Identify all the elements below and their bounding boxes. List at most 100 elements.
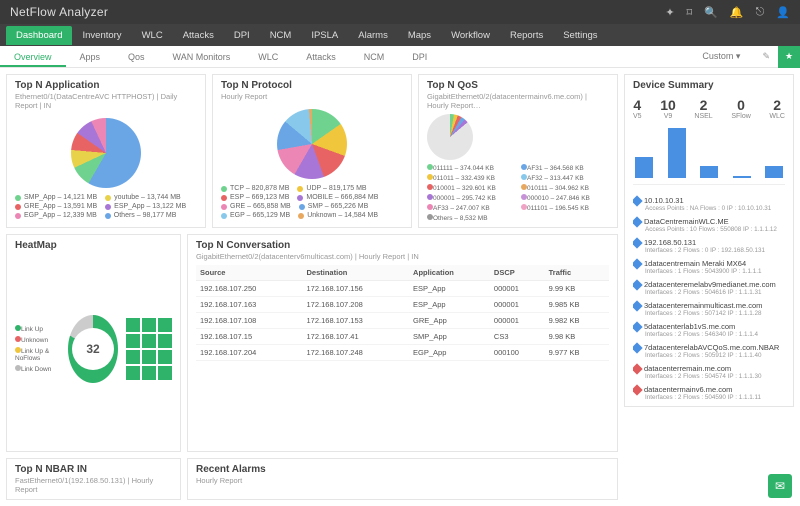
edit-icon[interactable]: ✎ xyxy=(754,51,778,62)
card-title: Top N NBAR IN xyxy=(15,464,172,475)
legend-item: ESP_App – 13,122 MB xyxy=(105,203,186,210)
legend-item: MOBILE – 666,884 MB xyxy=(297,194,378,201)
legend-item: AF33 – 247.007 KB xyxy=(427,204,515,212)
device-icon xyxy=(633,300,643,311)
device-item[interactable]: 10.10.10.31Access Points : NA Flows : 0 … xyxy=(633,196,785,212)
legend-item: Link Up xyxy=(15,325,60,333)
menu-dpi[interactable]: DPI xyxy=(224,26,260,45)
menu-inventory[interactable]: Inventory xyxy=(72,26,131,45)
device-info: Interfaces : 2 Flows : 507142 IP : 1.1.1… xyxy=(645,310,785,317)
bar xyxy=(668,128,686,178)
device-item[interactable]: 2datacenteremelabv9medianet.me.comInterf… xyxy=(633,280,785,296)
summary-stat: 2NSEL xyxy=(694,97,712,120)
card-subtitle: GigabitEthernet0/2(datacentermainv6.me.c… xyxy=(427,92,609,110)
screen-icon[interactable]: ⌑ xyxy=(687,6,693,19)
favorite-button[interactable]: ★ xyxy=(778,46,800,68)
search-icon[interactable]: 🔍 xyxy=(704,6,718,19)
device-info: Access Points : NA Flows : 0 IP : 10.10.… xyxy=(645,205,785,212)
device-name: 10.10.10.31 xyxy=(644,196,684,205)
menu-attacks[interactable]: Attacks xyxy=(173,26,224,45)
legend-item: 011111 – 374.044 KB xyxy=(427,164,515,172)
legend-item: ESP – 669,123 MB xyxy=(221,194,289,201)
table-row[interactable]: 192.168.107.163172.168.107.208ESP_App000… xyxy=(196,297,609,313)
custom-dropdown[interactable]: Custom ▾ xyxy=(688,46,754,67)
table-row[interactable]: 192.168.107.204172.168.107.248EGP_App000… xyxy=(196,345,609,361)
subtab-attacks[interactable]: Attacks xyxy=(292,47,350,67)
device-name: datacentermainv6.me.com xyxy=(644,385,732,394)
device-info: Interfaces : 2 Flows : 505912 IP : 1.1.1… xyxy=(645,352,785,359)
card-title: Top N Application xyxy=(15,80,197,91)
legend-item: 010111 – 304.962 KB xyxy=(521,184,609,192)
heatmap-grid xyxy=(126,318,172,380)
subtab-ncm[interactable]: NCM xyxy=(350,47,399,67)
device-list: 10.10.10.31Access Points : NA Flows : 0 … xyxy=(633,191,785,401)
legend-item: Unknown – 14,584 MB xyxy=(298,212,378,219)
menu-reports[interactable]: Reports xyxy=(500,26,553,45)
subtab-wlc[interactable]: WLC xyxy=(244,47,292,67)
device-icon xyxy=(633,216,643,227)
bell-icon[interactable]: 🔔 xyxy=(730,6,744,19)
device-icon xyxy=(633,258,643,269)
menu-ncm[interactable]: NCM xyxy=(260,26,302,45)
donut-chart: 32 xyxy=(68,315,118,383)
legend-item: Link Down xyxy=(15,365,60,373)
card-topn-conversation: Top N Conversation GigabitEthernet0/2(da… xyxy=(187,234,618,452)
card-heatmap: HeatMap Link UpUnknownLink Up & NoFlowsL… xyxy=(6,234,181,452)
menu-maps[interactable]: Maps xyxy=(398,26,441,45)
card-subtitle: Hourly Report xyxy=(196,476,609,485)
card-subtitle: Hourly Report xyxy=(221,92,403,101)
legend-right: AF31 – 364.568 KBAF32 – 313.447 KB010111… xyxy=(521,164,609,222)
summary-stat: 0SFlow xyxy=(731,97,750,120)
legend-item: 000010 – 247.846 KB xyxy=(521,194,609,202)
device-item[interactable]: datacentermainv6.me.comInterfaces : 2 Fl… xyxy=(633,385,785,401)
summary-stat: 4V5 xyxy=(633,97,642,120)
legend-item: 011011 – 332.439 KB xyxy=(427,174,515,182)
card-title: HeatMap xyxy=(15,240,172,251)
table-header[interactable]: Source xyxy=(196,265,303,281)
subtab-overview[interactable]: Overview xyxy=(0,47,66,67)
device-item[interactable]: 192.168.50.131Interfaces : 2 Flows : 0 I… xyxy=(633,238,785,254)
device-icon xyxy=(633,321,643,332)
legend-item: youtube – 13,744 MB xyxy=(105,194,181,201)
device-info: Access Points : 10 Flows : 550808 IP : 1… xyxy=(645,226,785,233)
user-icon[interactable]: 👤 xyxy=(776,6,790,19)
pushpin-icon[interactable]: ✦ xyxy=(665,6,674,19)
table-header[interactable]: Traffic xyxy=(545,265,609,281)
table-row[interactable]: 192.168.107.250172.168.107.156ESP_App000… xyxy=(196,281,609,297)
legend-item: GRE – 665,858 MB xyxy=(221,203,291,210)
legend-item: AF31 – 364.568 KB xyxy=(521,164,609,172)
device-item[interactable]: 5datacenterlab1vS.me.comInterfaces : 2 F… xyxy=(633,322,785,338)
device-item[interactable]: DataCentremainWLC.MEAccess Points : 10 F… xyxy=(633,217,785,233)
subtab-apps[interactable]: Apps xyxy=(66,47,115,67)
device-item[interactable]: datacenterremain.me.comInterfaces : 2 Fl… xyxy=(633,364,785,380)
device-info: Interfaces : 2 Flows : 546340 IP : 1.1.1… xyxy=(645,331,785,338)
device-item[interactable]: 3datacenteremainmulticast.me.comInterfac… xyxy=(633,301,785,317)
card-topn-qos: Top N QoS GigabitEthernet0/2(datacenterm… xyxy=(418,74,618,228)
subtab-wan-monitors[interactable]: WAN Monitors xyxy=(159,47,245,67)
subtab-dpi[interactable]: DPI xyxy=(398,47,441,67)
card-topn-application: Top N Application Ethernet0/1(DataCentre… xyxy=(6,74,206,228)
subtab-qos[interactable]: Qos xyxy=(114,47,159,67)
menu-wlc[interactable]: WLC xyxy=(132,26,173,45)
table-header[interactable]: DSCP xyxy=(490,265,545,281)
device-item[interactable]: 7datacenterelabAVCQoS.me.com.NBARInterfa… xyxy=(633,343,785,359)
menu-ipsla[interactable]: IPSLA xyxy=(301,26,348,45)
device-icon xyxy=(633,363,643,374)
menu-settings[interactable]: Settings xyxy=(553,26,607,45)
summary-bars xyxy=(633,126,785,178)
tune-icon[interactable]: ⎋ xyxy=(756,6,765,19)
table-header[interactable]: Destination xyxy=(303,265,410,281)
table-row[interactable]: 192.168.107.15172.168.107.41SMP_AppCS39.… xyxy=(196,329,609,345)
device-icon xyxy=(633,384,643,395)
menu-workflow[interactable]: Workflow xyxy=(441,26,500,45)
chat-button[interactable]: ✉ xyxy=(768,474,792,498)
legend-item: 011101 – 196.545 KB xyxy=(521,204,609,212)
summary-counts: 4V510V92NSEL0SFlow2WLC xyxy=(633,97,785,120)
menu-dashboard[interactable]: Dashboard xyxy=(6,26,72,45)
summary-stat: 2WLC xyxy=(769,97,785,120)
device-item[interactable]: 1datacentremain Meraki MX64Interfaces : … xyxy=(633,259,785,275)
table-row[interactable]: 192.168.107.108172.168.107.153GRE_App000… xyxy=(196,313,609,329)
table-header[interactable]: Application xyxy=(409,265,490,281)
pie-chart xyxy=(71,118,141,188)
menu-alarms[interactable]: Alarms xyxy=(348,26,398,45)
